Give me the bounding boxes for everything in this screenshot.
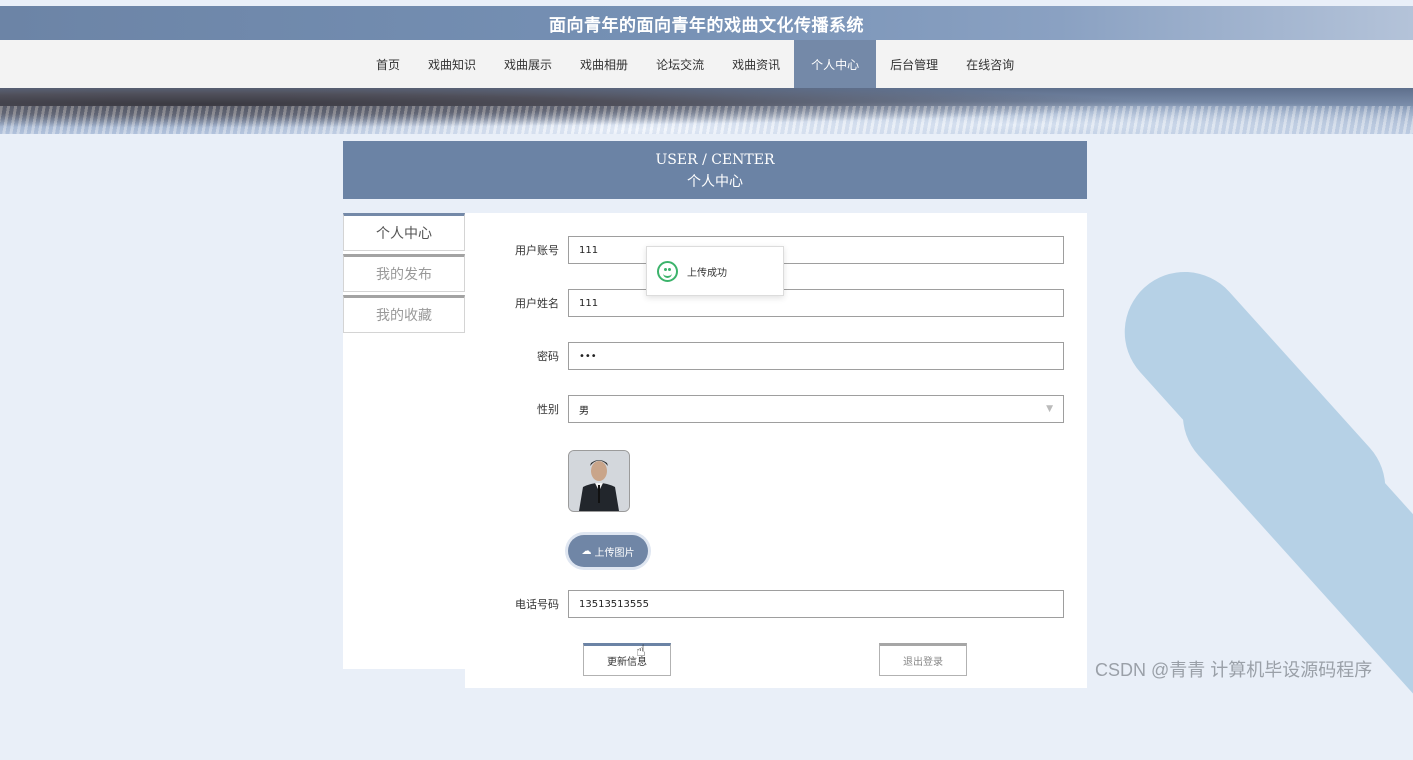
gender-value: 男 [579,405,589,417]
nav-online-consult[interactable]: 在线咨询 [952,40,1028,88]
smile-icon [657,260,678,282]
sidebar-item-my-favorites[interactable]: 我的收藏 [343,295,465,333]
nav-opera-showcase[interactable]: 戏曲展示 [490,40,566,88]
decorative-shape-right [1158,330,1413,760]
person-photo-icon [569,451,629,511]
logout-button[interactable]: 退出登录 [879,643,967,676]
sidebar-item-personal-center[interactable]: 个人中心 [343,213,465,251]
gender-label: 性别 [537,403,559,416]
upload-image-label: 上传图片 [594,547,635,559]
name-label: 用户姓名 [515,297,559,310]
nav-opera-knowledge[interactable]: 戏曲知识 [414,40,490,88]
upload-image-button[interactable]: ☁ 上传图片 [568,535,648,567]
update-info-button[interactable]: 更新信息 [583,643,671,676]
section-title-cn: 个人中心 [687,174,743,190]
nav-opera-album[interactable]: 戏曲相册 [566,40,642,88]
hand-cursor-icon: ☝ [636,641,646,660]
nav-opera-news[interactable]: 戏曲资讯 [718,40,794,88]
phone-row: 电话号码 13513513555 [465,590,1064,618]
nav-home[interactable]: 首页 [362,40,414,88]
success-toast: 上传成功 [646,246,784,296]
gender-select[interactable]: 男 ▼ [568,395,1064,423]
phone-label: 电话号码 [515,598,559,611]
nav-admin[interactable]: 后台管理 [876,40,952,88]
gender-row: 性别 男 ▼ [465,395,1064,423]
password-label: 密码 [537,350,559,363]
main-nav: 首页 戏曲知识 戏曲展示 戏曲相册 论坛交流 戏曲资讯 个人中心 后台管理 在线… [0,40,1413,89]
phone-input[interactable]: 13513513555 [568,590,1064,618]
section-header: USER / CENTER 个人中心 [343,141,1087,199]
nav-personal-center[interactable]: 个人中心 [794,40,877,88]
banner-image [0,88,1413,134]
password-input[interactable]: ••• [568,342,1064,370]
sidebar: 个人中心 我的发布 我的收藏 [343,213,465,669]
watermark: CSDN @青青 计算机毕设源码程序 [1095,660,1373,680]
chevron-down-icon: ▼ [1046,404,1053,414]
cloud-upload-icon: ☁ [581,545,592,557]
avatar [568,450,630,512]
toast-message: 上传成功 [687,267,727,279]
account-label: 用户账号 [515,244,559,257]
section-title-en: USER / CENTER [655,152,775,168]
account-input[interactable]: 111 [568,236,1064,264]
name-input[interactable]: 111 [568,289,1064,317]
site-title: 面向青年的面向青年的戏曲文化传播系统 [0,6,1413,40]
sidebar-item-my-posts[interactable]: 我的发布 [343,254,465,292]
password-row: 密码 ••• [465,342,1064,370]
nav-forum[interactable]: 论坛交流 [642,40,718,88]
banner-flowers [0,106,1413,134]
